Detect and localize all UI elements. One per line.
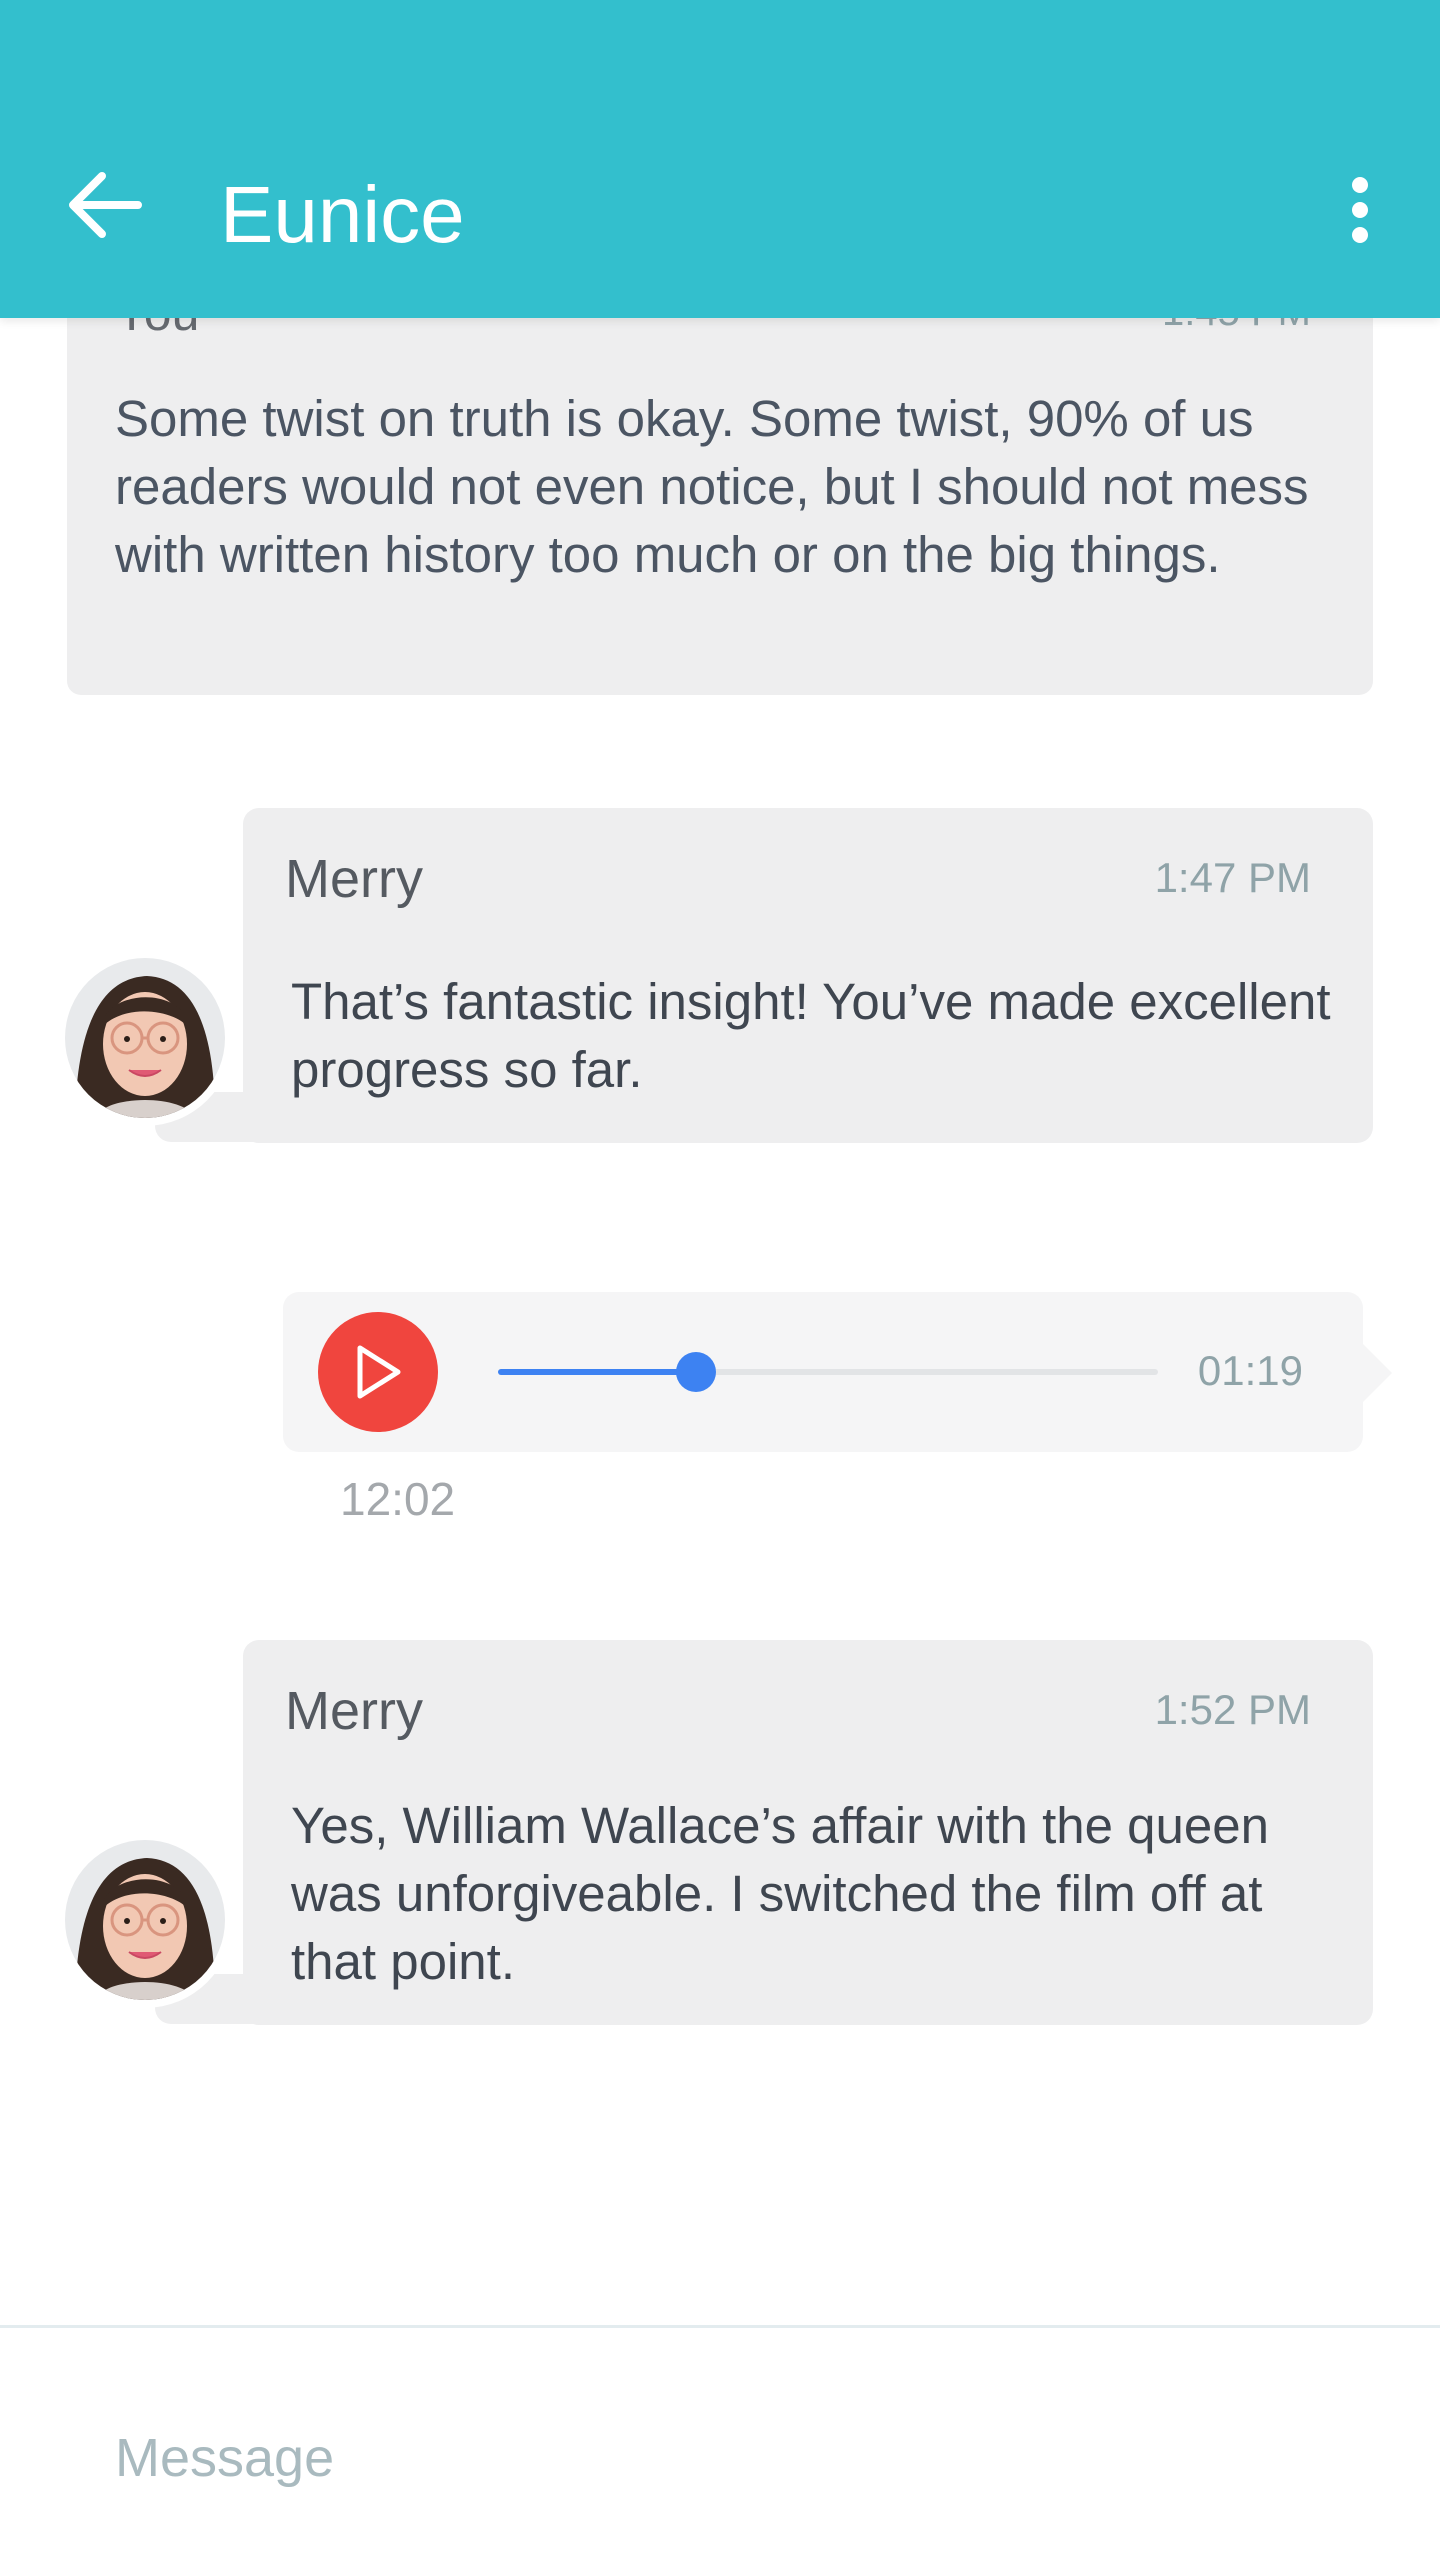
- app-bar: Eunice: [0, 0, 1440, 318]
- voice-bubble-arrow: [1362, 1343, 1392, 1403]
- message-time: 1:52 PM: [1154, 1686, 1311, 1733]
- more-options-button[interactable]: [1310, 160, 1410, 260]
- message-composer: [0, 2325, 1440, 2563]
- message-text: Some twist on truth is okay. Some twist,…: [115, 390, 1309, 583]
- avatar-image: [65, 1840, 225, 2000]
- play-button[interactable]: [318, 1312, 438, 1432]
- message-bubble: Merry 1:52 PM Yes, William Wallace’s aff…: [243, 1640, 1373, 2025]
- audio-progress-fill: [498, 1369, 696, 1375]
- play-icon: [357, 1345, 401, 1399]
- message-input[interactable]: [115, 2418, 1315, 2498]
- message-bubble: Merry 1:47 PM That’s fantastic insight! …: [243, 808, 1373, 1143]
- message-time: 1:47 PM: [1154, 854, 1311, 901]
- chat-area[interactable]: You 1:45 PM Some twist on truth is okay.…: [0, 0, 1440, 2320]
- message-text: That’s fantastic insight! You’ve made ex…: [291, 973, 1331, 1098]
- page-title: Eunice: [220, 170, 465, 259]
- audio-duration: 01:19: [1197, 1347, 1303, 1394]
- avatar[interactable]: [65, 958, 225, 1118]
- message-sender: Merry: [285, 1681, 423, 1741]
- voice-message-time: 12:02: [340, 1473, 456, 1525]
- avatar-image: [65, 958, 225, 1118]
- audio-scrubber-handle[interactable]: [676, 1352, 716, 1392]
- avatar-border: [57, 950, 233, 1126]
- avatar-border: [57, 1832, 233, 2008]
- audio-progress-bar[interactable]: [498, 1352, 1158, 1392]
- voice-message: 01:19: [283, 1292, 1363, 1452]
- message-text: Yes, William Wallace’s affair with the q…: [291, 1797, 1269, 1990]
- back-button[interactable]: [50, 150, 160, 260]
- message-sender: Merry: [285, 849, 423, 909]
- back-arrow-icon: [69, 172, 142, 238]
- more-vertical-icon: [1352, 177, 1368, 243]
- avatar[interactable]: [65, 1840, 225, 2000]
